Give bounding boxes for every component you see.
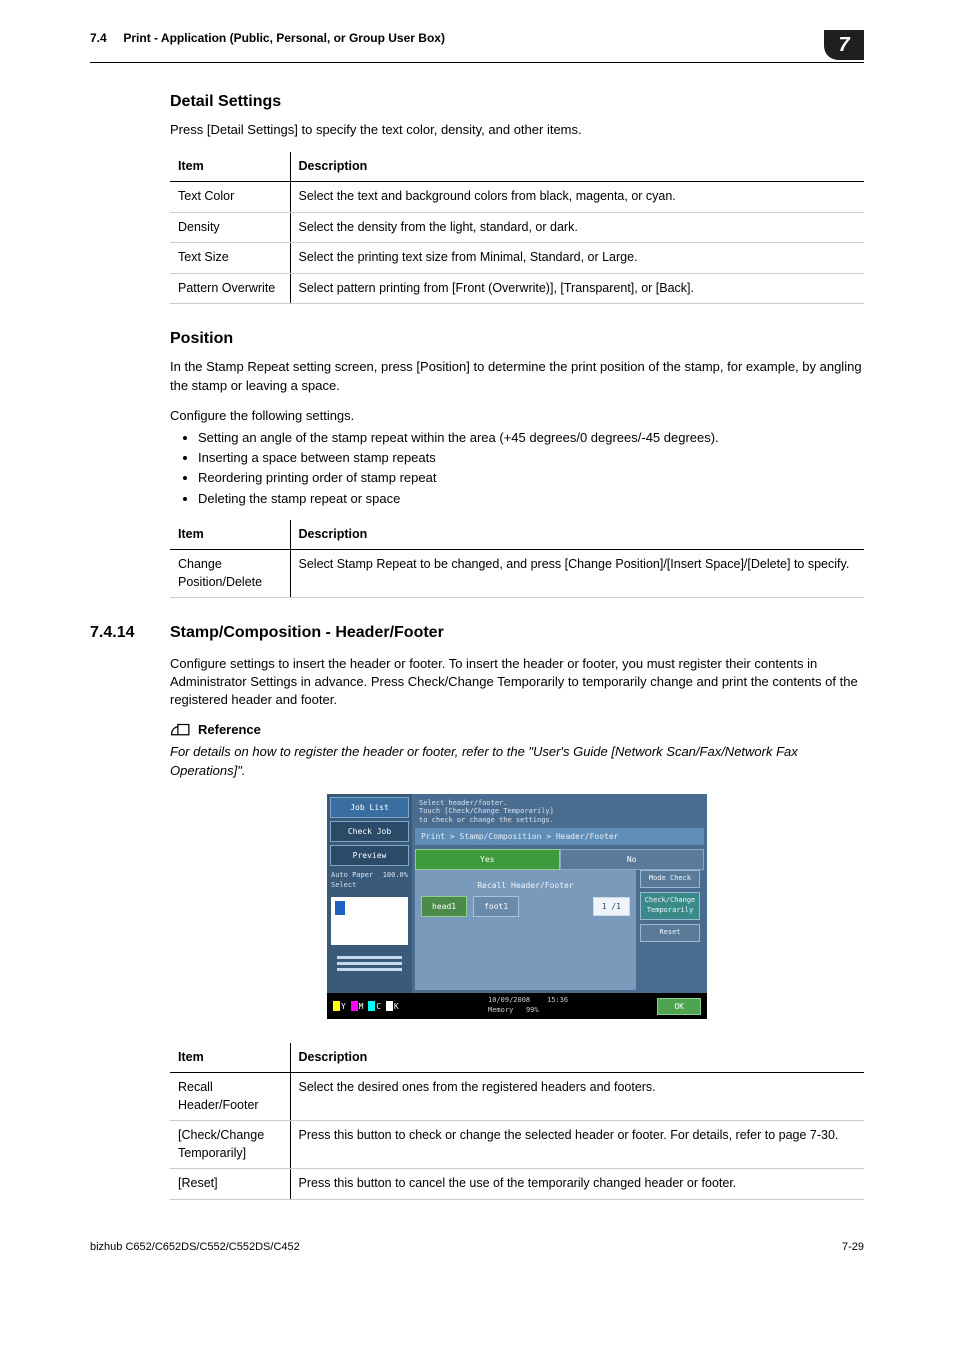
table-row: [Check/Change Temporarily]Press this but… (170, 1121, 864, 1169)
position-bullets: Setting an angle of the stamp repeat wit… (170, 429, 864, 508)
preview-thumbnail (331, 897, 408, 945)
col-item: Item (170, 152, 290, 182)
memory-pct: 99% (526, 1006, 539, 1014)
page-indicator: 1 /1 (593, 897, 630, 916)
reference-icon (170, 722, 192, 738)
table-row: Pattern OverwriteSelect pattern printing… (170, 273, 864, 304)
reference-label: Reference (198, 721, 261, 739)
footer-page: 7-29 (842, 1240, 864, 1255)
device-screenshot: Job List Check Job Preview Auto Paper Se… (327, 794, 707, 1019)
reset-button[interactable]: Reset (640, 924, 700, 942)
col-desc: Description (290, 152, 864, 182)
header-section-title: Print - Application (Public, Personal, o… (123, 31, 445, 45)
auto-paper-label: Auto Paper Select (331, 871, 383, 891)
header-section-num: 7.4 (90, 31, 107, 45)
col-desc: Description (290, 1043, 864, 1073)
col-item: Item (170, 520, 290, 550)
time-label: 15:36 (547, 996, 568, 1004)
recall-header-label: Recall Header/Footer (421, 876, 630, 895)
col-item: Item (170, 1043, 290, 1073)
table-row: Change Position/DeleteSelect Stamp Repea… (170, 550, 864, 598)
list-item: Deleting the stamp repeat or space (198, 490, 864, 508)
position-heading: Position (170, 328, 864, 350)
instruction-text: Select header/footer. Touch [Check/Chang… (415, 797, 704, 826)
detail-settings-intro: Press [Detail Settings] to specify the t… (170, 121, 864, 139)
chapter-tab: 7 (824, 30, 864, 60)
detail-settings-heading: Detail Settings (170, 91, 864, 113)
subsection-num: 7.4.14 (90, 622, 170, 644)
table-row: Text SizeSelect the printing text size f… (170, 243, 864, 274)
preview-button[interactable]: Preview (330, 845, 409, 866)
check-change-temp-button[interactable]: Check/Change Temporarily (640, 892, 700, 920)
zoom-label: 100.0% (383, 871, 408, 891)
table-row: [Reset]Press this button to cancel the u… (170, 1169, 864, 1200)
yes-tab[interactable]: Yes (415, 849, 560, 870)
position-table: Item Description Change Position/DeleteS… (170, 520, 864, 599)
mode-check-button[interactable]: Mode Check (640, 870, 700, 888)
ymck-indicator: Y M C K (333, 1001, 399, 1012)
detail-settings-table: Item Description Text ColorSelect the te… (170, 152, 864, 305)
no-tab[interactable]: No (560, 849, 705, 870)
head1-button[interactable]: head1 (421, 896, 467, 917)
check-job-button[interactable]: Check Job (330, 821, 409, 842)
stamp-comp-intro: Configure settings to insert the header … (170, 655, 864, 710)
table-row: Text ColorSelect the text and background… (170, 182, 864, 213)
position-config: Configure the following settings. (170, 407, 864, 425)
job-list-button[interactable]: Job List (330, 797, 409, 818)
position-intro: In the Stamp Repeat setting screen, pres… (170, 358, 864, 394)
ok-button[interactable]: OK (657, 998, 701, 1015)
list-item: Setting an angle of the stamp repeat wit… (198, 429, 864, 447)
foot1-button[interactable]: foot1 (473, 896, 519, 917)
list-item: Inserting a space between stamp repeats (198, 449, 864, 467)
col-desc: Description (290, 520, 864, 550)
breadcrumb-bar: Print > Stamp/Composition > Header/Foote… (415, 828, 704, 845)
date-label: 10/09/2008 (488, 996, 530, 1004)
stamp-comp-table: Item Description Recall Header/FooterSel… (170, 1043, 864, 1200)
subsection-title: Stamp/Composition - Header/Footer (170, 622, 444, 644)
reference-text: For details on how to register the heade… (170, 743, 864, 779)
table-row: DensitySelect the density from the light… (170, 212, 864, 243)
footer-model: bizhub C652/C652DS/C552/C552DS/C452 (90, 1240, 300, 1255)
memory-label: Memory (488, 1006, 513, 1014)
list-item: Reordering printing order of stamp repea… (198, 469, 864, 487)
table-row: Recall Header/FooterSelect the desired o… (170, 1073, 864, 1121)
